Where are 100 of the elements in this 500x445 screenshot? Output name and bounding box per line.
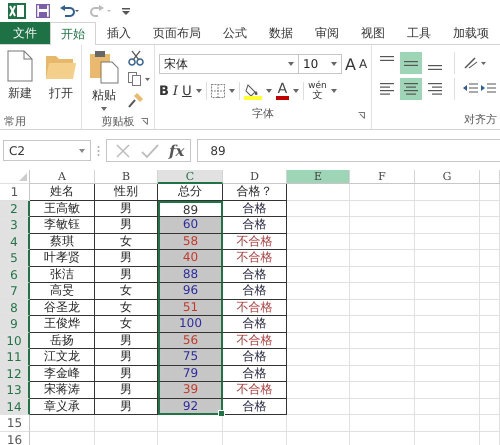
row-header[interactable]: 2 — [0, 200, 30, 217]
empty-cell — [287, 184, 350, 200]
new-button[interactable]: 新建 — [4, 48, 36, 114]
cell-text: 不合格 — [236, 234, 272, 248]
empty-cell — [287, 200, 350, 217]
row-header[interactable]: 12 — [0, 366, 30, 382]
row-header[interactable]: 3 — [0, 217, 30, 234]
row-header[interactable]: 8 — [0, 300, 30, 316]
dropdown-arrow-icon[interactable] — [330, 89, 337, 93]
dropdown-arrow-icon[interactable] — [266, 89, 272, 93]
column-header[interactable]: E — [287, 170, 350, 184]
underline-button[interactable]: U — [182, 84, 192, 98]
paste-button[interactable]: 粘贴 — [86, 48, 122, 113]
row-header[interactable]: 6 — [0, 266, 30, 283]
row-header[interactable]: 1 — [0, 184, 30, 200]
font-color-button[interactable]: A — [276, 82, 290, 100]
save-icon[interactable] — [36, 4, 50, 18]
fill-handle[interactable] — [218, 410, 225, 417]
cell-text: 100 — [179, 316, 202, 330]
phonetic-button[interactable]: wén 文 — [308, 82, 327, 100]
file-tab[interactable]: 文件 — [0, 22, 50, 44]
caret-icon — [101, 107, 107, 111]
empty-cell — [415, 266, 480, 283]
insert-function-button[interactable]: fx — [169, 142, 184, 160]
group-label: 对齐方 — [464, 112, 498, 126]
empty-cell — [350, 349, 415, 366]
empty-cell — [95, 415, 158, 432]
cell-text: 宋蒋涛 — [44, 382, 80, 396]
cell-text: 88 — [182, 266, 198, 280]
row-header[interactable]: 4 — [0, 234, 30, 250]
fill-color-icon[interactable] — [244, 82, 262, 100]
row-header[interactable]: 14 — [0, 398, 30, 415]
horizontal-align-button[interactable] — [400, 78, 422, 100]
row-header[interactable]: 16 — [0, 432, 30, 445]
dialog-launcher-icon[interactable] — [141, 118, 148, 125]
italic-button[interactable]: I — [172, 84, 178, 98]
cell-text: 王高敏 — [44, 200, 80, 214]
customize-toolbar-icon[interactable] — [122, 7, 130, 15]
row-header[interactable]: 7 — [0, 283, 30, 300]
copy-icon[interactable] — [128, 72, 150, 86]
dropdown-arrow-icon[interactable] — [196, 89, 202, 93]
check-icon[interactable] — [141, 142, 159, 158]
cell-text: 高旻 — [50, 283, 74, 297]
empty-cell — [350, 382, 415, 398]
cell-text: 男 — [120, 217, 132, 231]
empty-cell — [350, 266, 415, 283]
name-box[interactable]: C2 — [3, 140, 91, 161]
row-header[interactable]: 13 — [0, 382, 30, 398]
ribbon-tab[interactable]: 页面布局 — [142, 22, 212, 44]
undo-icon[interactable] — [60, 5, 80, 17]
text-orientation-icon[interactable] — [463, 56, 488, 70]
bold-button[interactable]: B — [159, 84, 169, 98]
ribbon-tab[interactable]: 数据 — [258, 22, 304, 44]
ribbon-tab[interactable]: 审阅 — [304, 22, 350, 44]
empty-cell — [287, 266, 350, 283]
ribbon-tab[interactable]: 插入 — [96, 22, 142, 44]
row-header[interactable]: 10 — [0, 332, 30, 349]
formula-input[interactable]: 89 — [197, 139, 500, 162]
ribbon-tab[interactable]: 开始 — [50, 22, 96, 45]
font-name-dropdown[interactable]: 宋体 — [159, 54, 299, 74]
shrink-font-button[interactable]: A — [358, 57, 368, 71]
cell-text: 51 — [182, 300, 198, 314]
align-lines-icon — [428, 65, 442, 70]
row-header[interactable]: 15 — [0, 415, 30, 432]
empty-cell — [415, 300, 480, 316]
cell-text: 96 — [182, 283, 198, 297]
column-header[interactable]: G — [415, 170, 480, 184]
borders-icon[interactable] — [210, 84, 225, 98]
ribbon-tab[interactable]: 工具 — [396, 22, 442, 44]
empty-cell — [415, 234, 480, 250]
format-painter-icon[interactable] — [128, 92, 144, 108]
scissors-icon[interactable] — [128, 50, 144, 66]
font-size-dropdown[interactable]: 10 — [298, 54, 342, 74]
cell-text: 男 — [120, 266, 132, 280]
dropdown-arrow-icon[interactable] — [228, 89, 235, 93]
grow-font-button[interactable]: A — [345, 54, 356, 74]
open-button[interactable]: 打开 — [42, 48, 80, 114]
empty-cell — [287, 332, 350, 349]
cell-text: 女 — [120, 300, 132, 314]
cell-text: 性别 — [114, 184, 138, 198]
empty-cell — [287, 250, 350, 266]
row-header[interactable]: 9 — [0, 316, 30, 332]
column-header[interactable]: F — [350, 170, 415, 184]
cell-text: 章义承 — [44, 398, 80, 412]
column-header[interactable]: A — [30, 170, 95, 184]
column-header[interactable]: C — [158, 170, 223, 184]
ribbon-tab[interactable]: 公式 — [212, 22, 258, 44]
dialog-launcher-icon[interactable] — [358, 112, 366, 119]
vertical-align-button[interactable] — [400, 52, 422, 74]
clipboard-icon — [89, 50, 119, 84]
dropdown-arrow-icon[interactable] — [293, 89, 300, 93]
cell-text: 合格 — [242, 200, 266, 214]
ribbon-tab[interactable]: 视图 — [350, 22, 396, 44]
cell-text: 合格 — [242, 283, 266, 297]
ribbon-tab[interactable]: 加载项 — [442, 22, 500, 44]
cell-text: 姓名 — [50, 184, 74, 198]
row-header[interactable]: 11 — [0, 349, 30, 366]
empty-cell — [350, 184, 415, 200]
cell-text: 男 — [120, 349, 132, 363]
row-header[interactable]: 5 — [0, 250, 30, 266]
